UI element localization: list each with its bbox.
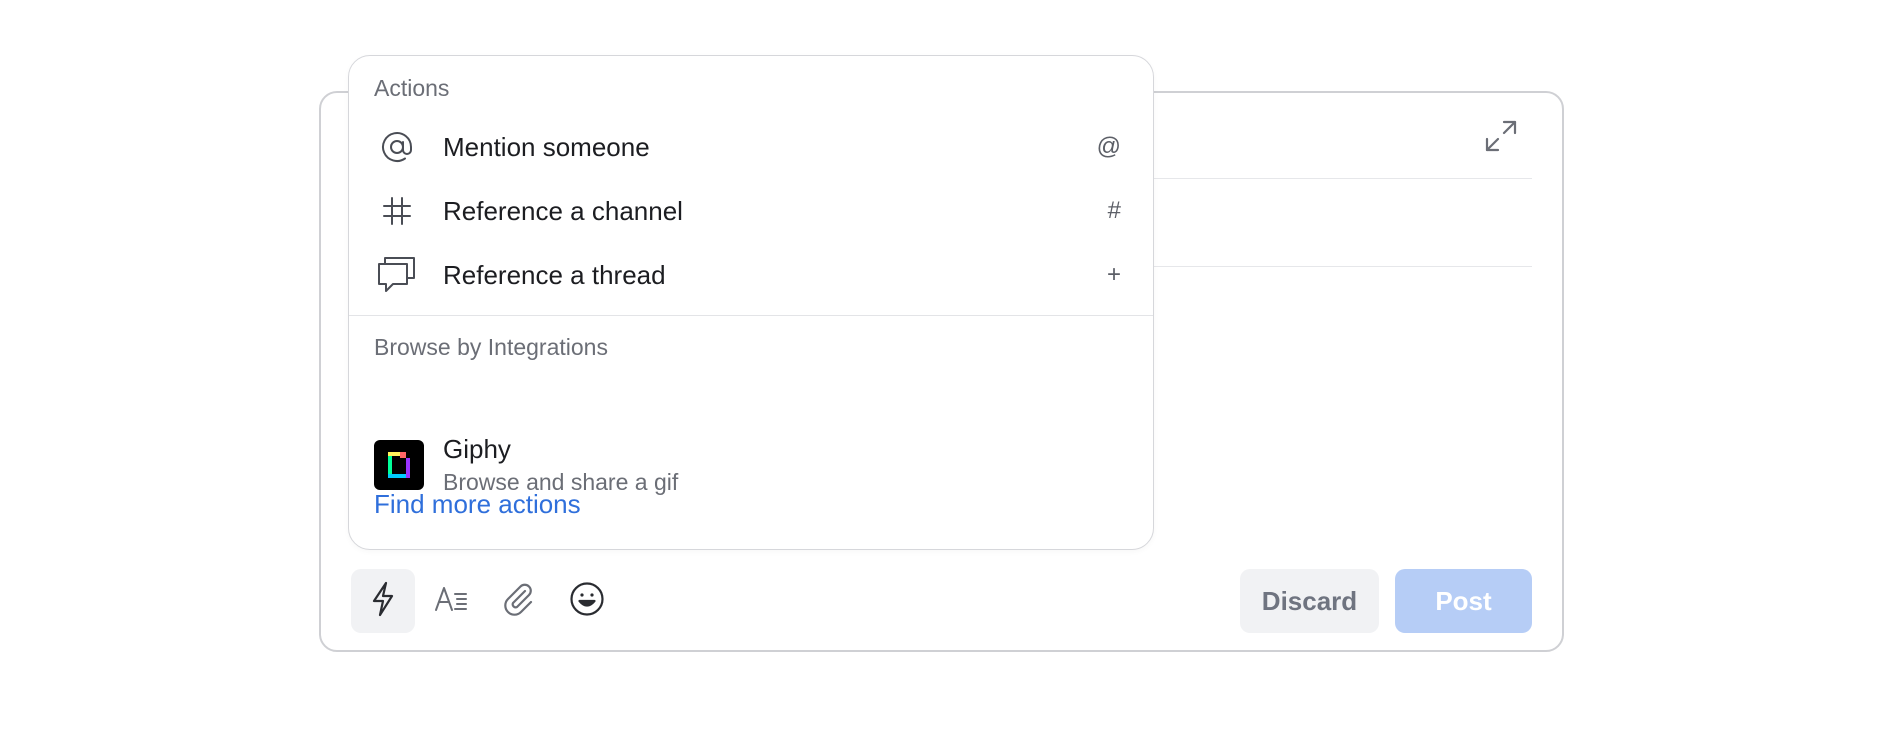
emoji-button[interactable] — [555, 569, 619, 633]
actions-popover: Actions Mention someone @ Reference a ch… — [348, 55, 1154, 550]
menu-item-mention[interactable]: Mention someone @ — [349, 116, 1153, 178]
post-button[interactable]: Post — [1395, 569, 1532, 633]
at-icon — [377, 127, 417, 167]
integrations-section-title: Browse by Integrations — [374, 334, 608, 360]
popover-divider — [349, 315, 1153, 316]
lightning-icon — [370, 581, 396, 622]
composer-actions: Discard Post — [1240, 569, 1532, 633]
menu-item-label: Reference a channel — [443, 195, 683, 226]
expand-icon[interactable] — [1484, 119, 1518, 153]
hash-icon — [377, 191, 417, 231]
giphy-logo — [374, 440, 424, 490]
thread-icon — [377, 255, 417, 295]
menu-item-thread[interactable]: Reference a thread + — [349, 244, 1153, 306]
actions-button[interactable] — [351, 569, 415, 633]
text-format-icon — [434, 584, 468, 619]
menu-item-shortcut: + — [1106, 261, 1121, 288]
composer-toolbar — [351, 569, 619, 633]
text-format-button[interactable] — [419, 569, 483, 633]
menu-item-label: Mention someone — [443, 131, 650, 162]
menu-item-shortcut: @ — [1096, 133, 1121, 160]
emoji-icon — [569, 581, 605, 622]
menu-item-label: Reference a thread — [443, 259, 666, 290]
paperclip-icon — [503, 582, 535, 621]
find-more-actions-link[interactable]: Find more actions — [374, 489, 581, 520]
menu-item-shortcut: # — [1107, 197, 1121, 224]
attach-button[interactable] — [487, 569, 551, 633]
discard-button[interactable]: Discard — [1240, 569, 1379, 633]
actions-section-title: Actions — [374, 75, 450, 101]
integration-name: Giphy — [443, 434, 511, 464]
menu-item-channel[interactable]: Reference a channel # — [349, 180, 1153, 242]
